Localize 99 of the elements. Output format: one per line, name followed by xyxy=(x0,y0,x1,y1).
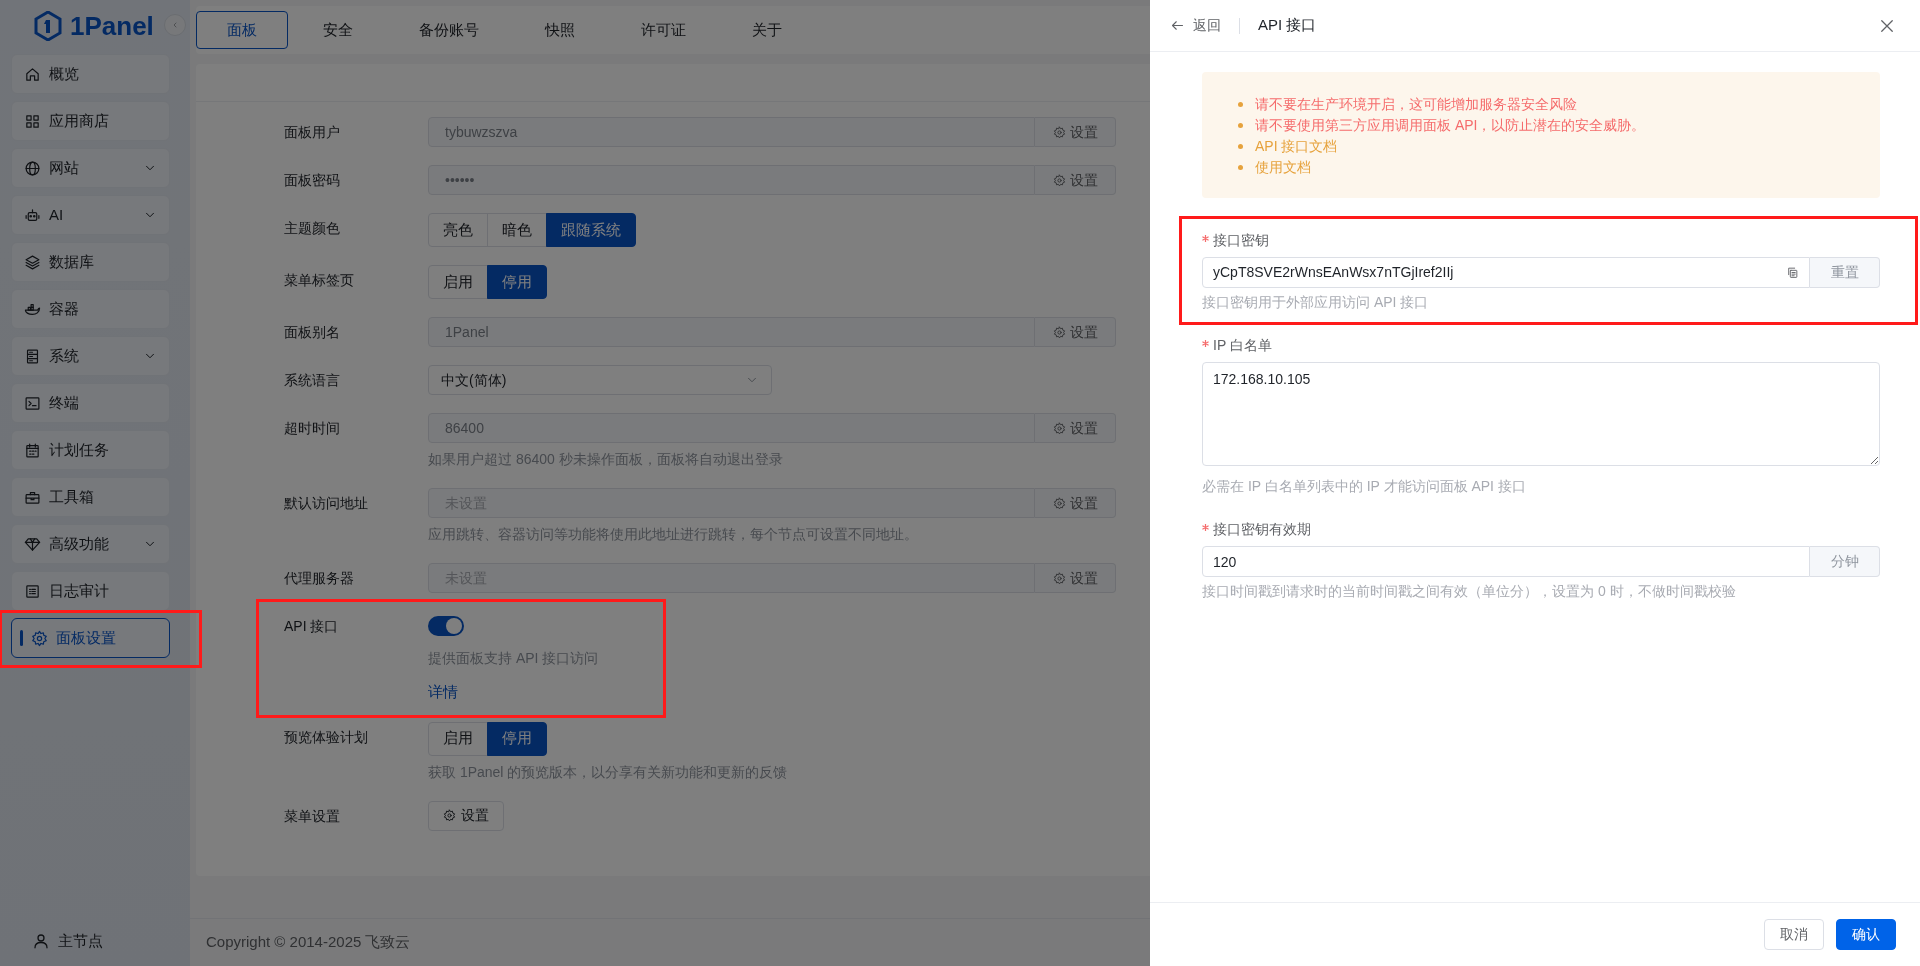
field-label: 预览体验计划 xyxy=(284,727,369,747)
input-field[interactable]: 120 xyxy=(1202,546,1810,577)
user-icon xyxy=(32,931,50,950)
sidebar-item[interactable]: 系统 xyxy=(11,336,170,376)
field-label: 主题颜色 xyxy=(284,219,341,238)
layers-icon xyxy=(24,253,41,271)
settings-button[interactable]: 设置 xyxy=(1035,117,1116,147)
field-label: API 接口 xyxy=(284,617,340,636)
sidebar-item[interactable]: 计划任务 xyxy=(11,430,170,470)
sidebar-item[interactable]: 应用商店 xyxy=(11,101,170,141)
text-area[interactable]: 172.168.10.105 xyxy=(1202,362,1880,466)
field-label: 面板用户 xyxy=(284,123,341,142)
field-label: 菜单设置 xyxy=(284,806,341,826)
field-label: 接口密钥有效期 xyxy=(1213,521,1311,537)
settings-button[interactable]: 设置 xyxy=(428,800,504,831)
field-label: 菜单标签页 xyxy=(284,271,355,290)
back-button[interactable]: 返回 xyxy=(1170,15,1221,36)
hint-text: 接口密钥用于外部应用访问 API 接口 xyxy=(1202,293,1430,312)
settings-button[interactable]: 设置 xyxy=(1035,488,1116,518)
calendar-icon xyxy=(24,441,41,459)
warning-text: 请不要在生产环境开启，这可能增加服务器安全风险 xyxy=(1255,95,1577,114)
settings-icon xyxy=(1052,125,1066,139)
segment-option[interactable]: 启用 xyxy=(428,265,488,299)
sidebar-item[interactable]: 面板设置 xyxy=(11,618,170,658)
tab[interactable]: 许可证 xyxy=(610,11,717,49)
field-label: 超时时间 xyxy=(284,419,341,438)
sidebar-item[interactable]: 概览 xyxy=(11,54,170,94)
tab[interactable]: 面板 xyxy=(196,11,288,49)
back-arrow-icon xyxy=(1170,18,1185,33)
drawer-title: API 接口 xyxy=(1258,15,1317,36)
segment-option[interactable]: 亮色 xyxy=(428,213,488,247)
settings-icon xyxy=(1052,571,1066,585)
input-field[interactable]: •••••• xyxy=(428,165,1035,195)
details-link[interactable]: 详情 xyxy=(428,681,458,704)
sidebar-item[interactable]: 数据库 xyxy=(11,242,170,282)
copy-icon xyxy=(1786,266,1799,279)
sidebar-item[interactable]: 容器 xyxy=(11,289,170,329)
input-field[interactable]: tybuwzszva xyxy=(428,117,1035,147)
field-label: 默认访问地址 xyxy=(284,494,369,513)
settings-icon xyxy=(31,629,48,647)
hint-text: 必需在 IP 白名单列表中的 IP 才能访问面板 API 接口 xyxy=(1202,477,1527,496)
settings-button[interactable]: 设置 xyxy=(1035,563,1116,593)
segment-option[interactable]: 跟随系统 xyxy=(546,213,636,247)
field-label: 接口密钥 xyxy=(1213,232,1269,248)
sidebar-item[interactable]: 工具箱 xyxy=(11,477,170,517)
logo-text: 1Panel xyxy=(70,9,154,43)
globe-icon xyxy=(24,159,41,177)
sidebar-item[interactable]: AI xyxy=(11,195,170,235)
tab[interactable]: 备份账号 xyxy=(388,11,510,49)
bullet-icon xyxy=(1238,144,1243,149)
robot-icon xyxy=(24,206,41,224)
settings-button[interactable]: 设置 xyxy=(1035,317,1116,347)
hint-text: 接口时间戳到请求时的当前时间戳之间有效（单位分），设置为 0 时，不做时间戳校验 xyxy=(1202,582,1737,601)
segment-option[interactable]: 停用 xyxy=(487,721,547,756)
tab[interactable]: 关于 xyxy=(721,11,813,49)
settings-icon xyxy=(1052,173,1066,187)
segment-option[interactable]: 暗色 xyxy=(487,213,547,247)
selection-bar xyxy=(20,630,23,646)
field-label: 面板密码 xyxy=(284,171,341,190)
warning-text: 请不要使用第三方应用调用面板 API，以防止潜在的安全威胁。 xyxy=(1255,116,1646,135)
terminal-icon xyxy=(24,394,41,412)
tab[interactable]: 安全 xyxy=(292,11,384,49)
field-label: 系统语言 xyxy=(284,371,341,390)
tab[interactable]: 快照 xyxy=(514,11,606,49)
grid-icon xyxy=(24,112,41,130)
input-field[interactable]: 1Panel xyxy=(428,317,1035,347)
settings-icon xyxy=(1052,325,1066,339)
dropdown-field[interactable]: 中文(简体) xyxy=(428,365,772,395)
sidebar-item[interactable]: 终端 xyxy=(11,383,170,423)
copyright-text: Copyright © 2014-2025 飞致云 xyxy=(206,932,411,953)
bullet-icon xyxy=(1238,102,1243,107)
segment-option[interactable]: 启用 xyxy=(428,721,488,756)
sidebar-item[interactable]: 高级功能 xyxy=(11,524,170,564)
settings-icon xyxy=(1052,421,1066,435)
field-label: 代理服务器 xyxy=(284,569,355,588)
confirm-button[interactable]: 确认 xyxy=(1836,919,1896,950)
settings-icon xyxy=(1052,496,1066,510)
settings-button[interactable]: 设置 xyxy=(1035,165,1116,195)
cancel-button[interactable]: 取消 xyxy=(1764,919,1824,950)
field-label: 面板别名 xyxy=(284,323,341,342)
unit-label: 分钟 xyxy=(1810,546,1880,577)
field-label: IP 白名单 xyxy=(1213,337,1272,353)
list-icon xyxy=(24,582,41,600)
node-selector[interactable]: 主节点 xyxy=(0,929,190,966)
settings-icon xyxy=(443,809,456,822)
home-icon xyxy=(24,65,41,83)
settings-button[interactable]: 设置 xyxy=(1035,413,1116,443)
sidebar-item[interactable]: 网站 xyxy=(11,148,170,188)
toggle-switch[interactable] xyxy=(428,616,464,636)
server-icon xyxy=(24,347,41,365)
segment-option[interactable]: 停用 xyxy=(487,265,547,299)
diamond-icon xyxy=(24,535,41,553)
sidebar-item[interactable]: 日志审计 xyxy=(11,571,170,611)
bullet-icon xyxy=(1238,123,1243,128)
input-field[interactable]: yCpT8SVE2rWnsEAnWsx7nTGjIref2IIj xyxy=(1202,257,1810,288)
bullet-icon xyxy=(1238,165,1243,170)
input-field[interactable]: 86400 xyxy=(428,413,1035,443)
reset-button[interactable]: 重置 xyxy=(1810,257,1880,288)
logo-icon xyxy=(34,11,62,41)
